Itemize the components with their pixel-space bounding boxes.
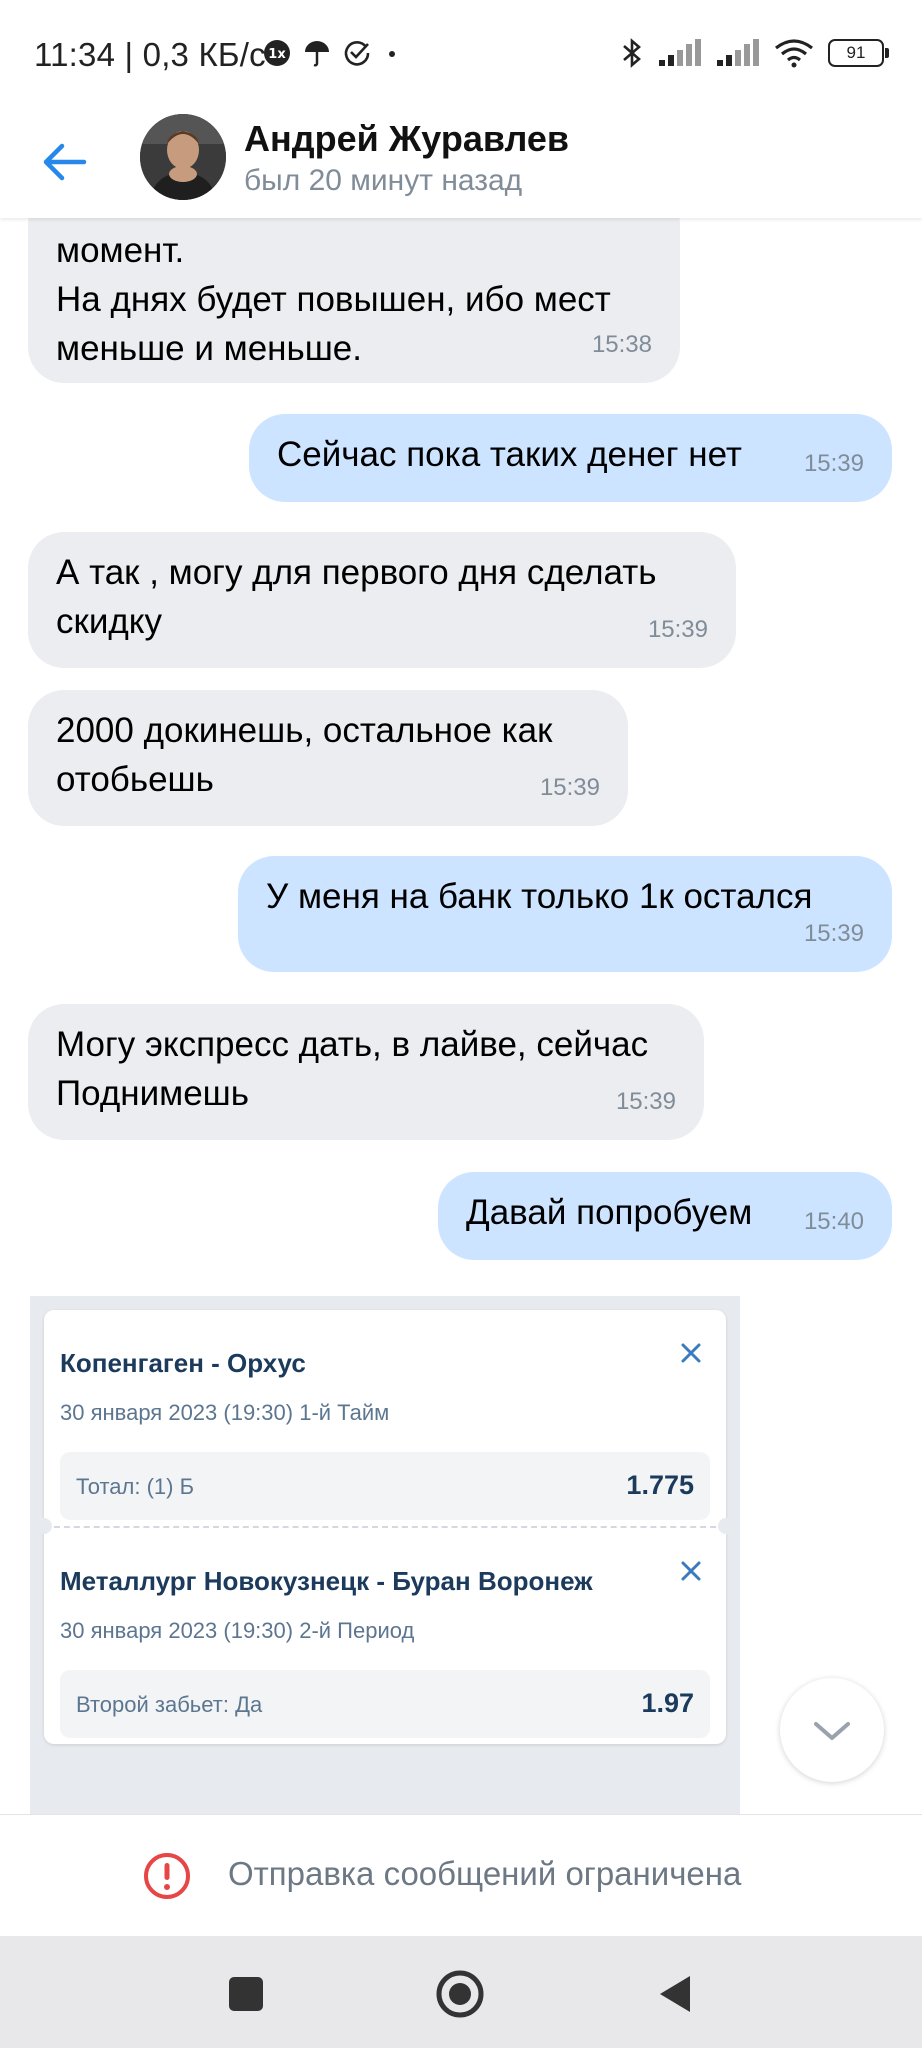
dot-icon	[389, 51, 395, 57]
check-circle-icon	[344, 41, 370, 66]
match-title: Металлург Новокузнецк - Буран Воронеж	[60, 1566, 593, 1596]
battery-level: 91	[846, 43, 866, 62]
status-bar: 11:34 | 0,3 КБ/с 1x 91	[0, 0, 922, 110]
match-date: 30 января 2023 (19:30) 1-й Тайм	[60, 1400, 390, 1425]
message-text: А так , могу для первого дня сделать ски…	[56, 553, 657, 641]
bet-odd: 1.775	[626, 1470, 694, 1500]
message-list[interactable]: момент. На днях будет повышен, ибо мест …	[0, 218, 922, 1814]
message-text: Сейчас пока таких денег нет	[277, 435, 742, 474]
umbrella-icon	[305, 41, 329, 67]
message-outgoing[interactable]: Сейчас пока таких денег нет 15:39	[249, 414, 892, 502]
restriction-text: Отправка сообщений ограничена	[228, 1855, 742, 1892]
status-system-icons: 91	[620, 36, 889, 70]
message-incoming[interactable]: 2000 докинешь, остальное как отобьешь 15…	[28, 690, 628, 826]
contact-last-seen: был 20 минут назад	[244, 164, 523, 197]
chat-header: Андрей Журавлев был 20 минут назад	[0, 110, 922, 218]
avatar[interactable]	[140, 114, 226, 200]
message-time: 15:39	[539, 774, 600, 801]
message-outgoing[interactable]: У меня на банк только 1к остался 15:39	[238, 856, 892, 972]
back-triangle-icon[interactable]	[648, 1966, 704, 2022]
message-text: момент. На днях будет повышен, ибо мест …	[56, 231, 611, 368]
message-time: 15:39	[803, 450, 864, 477]
battery-icon: 91	[828, 39, 889, 67]
bet-coupon-card: Копенгаген - Орхус 30 января 2023 (19:30…	[36, 1310, 734, 1744]
close-icon	[681, 1343, 701, 1363]
coupon-notch	[718, 1518, 734, 1534]
bluetooth-icon	[623, 38, 641, 68]
match-title: Копенгаген - Орхус	[60, 1348, 306, 1378]
app-notification-icon: 1x	[264, 40, 290, 66]
signal-icon-2	[717, 39, 759, 66]
message-incoming[interactable]: Могу экспресс дать, в лайве, сейчас Подн…	[28, 1004, 704, 1140]
home-circle-icon[interactable]	[432, 1966, 488, 2022]
avatar-image	[140, 114, 226, 200]
message-time: 15:39	[615, 1088, 676, 1115]
system-nav-bar	[0, 1936, 922, 2048]
message-incoming[interactable]: момент. На днях будет повышен, ибо мест …	[28, 218, 680, 383]
message-outgoing[interactable]: Давай попробуем 15:40	[438, 1172, 892, 1260]
contact-name[interactable]: Андрей Журавлев	[244, 118, 569, 160]
recents-square-icon[interactable]	[218, 1966, 274, 2022]
divider	[44, 1526, 726, 1528]
messaging-restricted-bar: Отправка сообщений ограничена	[0, 1814, 922, 1937]
message-time: 15:40	[803, 1208, 864, 1235]
match-date: 30 января 2023 (19:30) 2-й Период	[60, 1618, 415, 1643]
message-text: 2000 докинешь, остальное как отобьешь	[56, 711, 553, 799]
bet-odd: 1.97	[641, 1688, 694, 1718]
status-time: 11:34 | 0,3 КБ/с	[34, 36, 266, 73]
message-text: Могу экспресс дать, в лайве, сейчас Подн…	[56, 1025, 649, 1113]
wifi-icon	[775, 39, 813, 68]
message-incoming[interactable]: А так , могу для первого дня сделать ски…	[28, 532, 736, 668]
warning-circle-icon	[144, 1853, 190, 1899]
close-icon	[681, 1561, 701, 1581]
message-time: 15:38	[591, 331, 652, 358]
message-time: 15:39	[647, 616, 708, 643]
chevron-down-icon	[814, 1722, 850, 1740]
svg-text:1x: 1x	[268, 47, 286, 62]
coupon-notch	[36, 1518, 52, 1534]
bet-market-row: Второй забьет: Да 1.97	[60, 1670, 710, 1738]
message-time: 15:39	[803, 920, 864, 947]
bet-coupon-image[interactable]: Копенгаген - Орхус 30 января 2023 (19:30…	[30, 1296, 740, 1814]
status-notification-icons: 1x	[262, 38, 402, 68]
bet-market-row: Тотал: (1) Б 1.775	[60, 1452, 710, 1520]
scroll-to-bottom-button[interactable]	[780, 1678, 884, 1782]
signal-icon	[659, 39, 701, 66]
bet-market: Второй забьет: Да	[76, 1692, 263, 1717]
message-text: У меня на банк только 1к остался	[266, 877, 813, 916]
bet-market: Тотал: (1) Б	[76, 1474, 195, 1499]
back-arrow-icon[interactable]	[36, 130, 96, 190]
